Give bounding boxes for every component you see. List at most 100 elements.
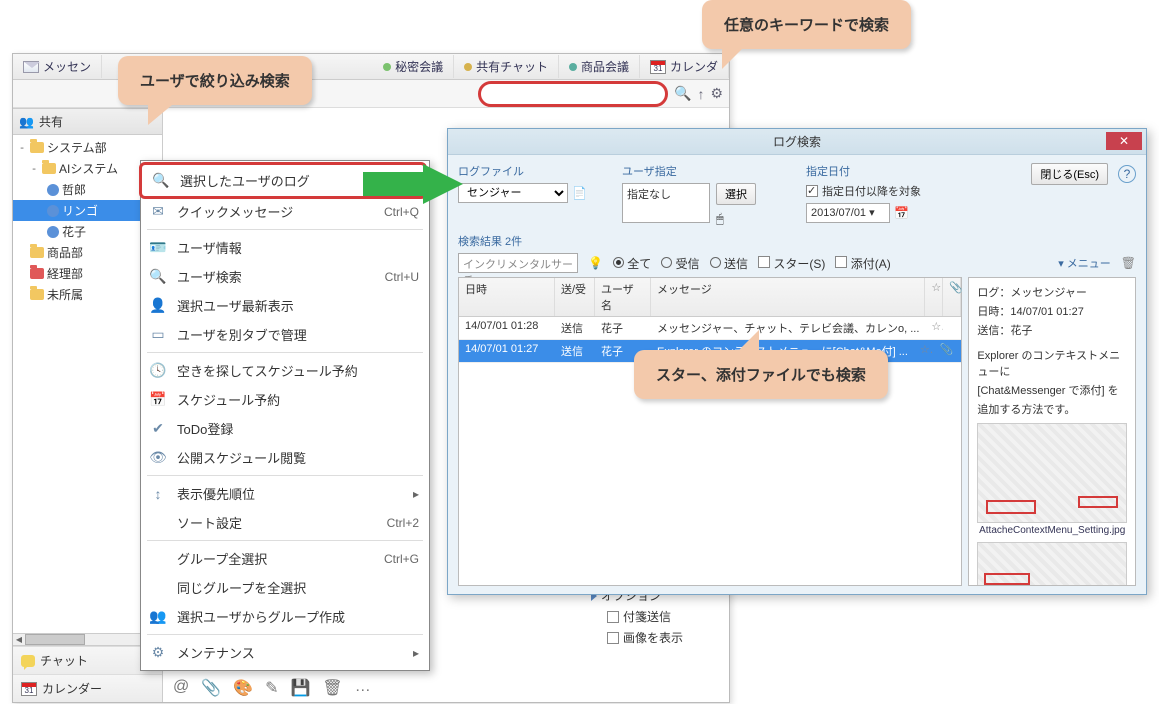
ctx-recent[interactable]: 👤選択ユーザ最新表示 bbox=[141, 291, 429, 320]
palette-icon[interactable]: 🎨 bbox=[233, 678, 253, 698]
col-user[interactable]: ユーザ名 bbox=[595, 278, 651, 316]
chat-icon bbox=[21, 655, 35, 667]
trash-icon[interactable]: 🗑 bbox=[322, 678, 342, 698]
callout-filter-by-user: ユーザで絞り込み検索 bbox=[118, 56, 312, 105]
folder-icon bbox=[42, 163, 56, 174]
gear-icon[interactable]: ⚙ bbox=[710, 85, 723, 102]
menu-dropdown[interactable]: ▾ メニュー bbox=[1058, 255, 1111, 271]
bulb-icon[interactable]: 💡 bbox=[588, 256, 603, 270]
help-icon[interactable]: ? bbox=[1118, 165, 1136, 183]
sort-icon: ↕ bbox=[149, 486, 167, 502]
date-checkbox[interactable]: 指定日付以降を対象 bbox=[806, 183, 956, 199]
tab-secret[interactable]: 秘密会議 bbox=[373, 55, 454, 78]
ctx-user-search[interactable]: 🔍ユーザ検索Ctrl+U bbox=[141, 262, 429, 291]
person-icon bbox=[47, 226, 59, 238]
filter-attach[interactable]: 添付(A) bbox=[835, 255, 890, 272]
ctx-maintenance[interactable]: ⚙メンテナンス▸ bbox=[141, 638, 429, 667]
attachment-thumbnail[interactable] bbox=[977, 542, 1127, 586]
page-icon[interactable]: 📄 bbox=[572, 186, 587, 200]
ctx-schedule[interactable]: 📅スケジュール予約 bbox=[141, 385, 429, 414]
ctx-find-schedule[interactable]: 🕓空きを探してスケジュール予約 bbox=[141, 356, 429, 385]
trash-icon[interactable]: 🗑 bbox=[1121, 256, 1136, 270]
filter-row: インクリメンタルサーチ 💡 全て 受信 送信 スター(S) 添付(A) ▾ メニ… bbox=[458, 253, 1136, 273]
filter-all[interactable]: 全て bbox=[613, 255, 651, 272]
date-input[interactable]: 2013/07/01 ▾ bbox=[806, 203, 890, 223]
ctx-public-schedule[interactable]: 👁公開スケジュール閲覧 bbox=[141, 443, 429, 472]
calendar-icon bbox=[21, 682, 37, 696]
more-icon[interactable]: … bbox=[355, 678, 371, 698]
sidebar-header-shared[interactable]: 👥共有 bbox=[13, 108, 162, 135]
tab-product[interactable]: 商品会議 bbox=[559, 55, 640, 78]
save-icon[interactable]: 💾 bbox=[291, 678, 311, 698]
logfile-label: ログファイル bbox=[458, 163, 608, 179]
close-button[interactable]: ✕ bbox=[1106, 132, 1142, 150]
message-icon: ✉ bbox=[149, 203, 167, 220]
table-row[interactable]: 14/07/01 01:28 送信 花子 メッセンジャー、チャット、テレビ会議、… bbox=[459, 317, 961, 340]
tab-messenger[interactable]: メッセン bbox=[13, 55, 102, 78]
select-user-button[interactable]: 選択 bbox=[716, 183, 756, 205]
ctx-user-info[interactable]: 🪪ユーザ情報 bbox=[141, 233, 429, 262]
folder-icon bbox=[30, 142, 44, 153]
mention-icon[interactable]: @ bbox=[173, 678, 189, 698]
person-icon: 👤 bbox=[149, 297, 167, 314]
attachment-thumbnail[interactable] bbox=[977, 423, 1127, 523]
filter-send[interactable]: 送信 bbox=[710, 255, 748, 272]
tree-system[interactable]: -システム部 bbox=[13, 137, 162, 158]
ctx-group-all[interactable]: グループ全選択Ctrl+G bbox=[141, 544, 429, 573]
ctx-manage-tab[interactable]: ▭ユーザを別タブで管理 bbox=[141, 320, 429, 349]
attach-icon[interactable]: 📎 bbox=[932, 340, 962, 362]
attach-icon[interactable]: 📎 bbox=[201, 678, 221, 698]
sidebar-tab-calendar[interactable]: カレンダー bbox=[13, 674, 162, 702]
star-icon[interactable]: ☆ bbox=[914, 340, 932, 362]
col-sr[interactable]: 送/受 bbox=[555, 278, 595, 316]
user-input[interactable]: 指定なし bbox=[622, 183, 710, 223]
bullet-icon bbox=[569, 63, 577, 71]
result-count-label: 検索結果 2件 bbox=[458, 233, 1136, 249]
folder-icon bbox=[30, 289, 44, 300]
calendar-picker-icon[interactable]: 📅 bbox=[894, 206, 909, 220]
edit-icon[interactable]: ✎ bbox=[265, 678, 278, 698]
col-star[interactable]: ☆ bbox=[925, 278, 943, 316]
dialog-title: ログ検索 ✕ bbox=[448, 129, 1146, 155]
attachment-filename: AttacheContextMenu_Setting.jpg bbox=[977, 525, 1127, 536]
tab-shared-chat[interactable]: 共有チャット bbox=[454, 55, 559, 78]
ctx-todo[interactable]: ✔ToDo登録 bbox=[141, 414, 429, 443]
up-arrow-icon[interactable]: ↑ bbox=[697, 86, 704, 102]
folder-icon bbox=[30, 247, 44, 258]
ctx-sort[interactable]: ソート設定Ctrl+2 bbox=[141, 508, 429, 537]
close-esc-button[interactable]: 閉じる(Esc) bbox=[1031, 163, 1108, 185]
filter-star[interactable]: スター(S) bbox=[758, 255, 825, 272]
search-icon[interactable]: 🔍 bbox=[674, 85, 691, 102]
logfile-select[interactable]: センジャー bbox=[458, 183, 568, 203]
detail-datetime: 日時：14/07/01 01:27 bbox=[977, 303, 1127, 319]
person-icon bbox=[47, 205, 59, 217]
filter-recv[interactable]: 受信 bbox=[661, 255, 699, 272]
col-datetime[interactable]: 日時 bbox=[459, 278, 555, 316]
group-icon: 👥 bbox=[149, 608, 167, 625]
user-context-menu: 🔍選択したユーザのログ ✉クイックメッセージCtrl+Q 🪪ユーザ情報 🔍ユーザ… bbox=[140, 160, 430, 671]
detail-pane: ログ：メッセンジャー 日時：14/07/01 01:27 送信：花子 Explo… bbox=[968, 277, 1136, 586]
envelope-icon bbox=[23, 61, 39, 73]
eye-icon: 👁 bbox=[149, 449, 167, 466]
detail-log: ログ：メッセンジャー bbox=[977, 284, 1127, 300]
detail-from: 送信：花子 bbox=[977, 322, 1127, 338]
calendar-icon: 📅 bbox=[149, 391, 167, 408]
tab-icon: ▭ bbox=[149, 326, 167, 343]
results-table: 日時 送/受 ユーザ名 メッセージ ☆ 📎 14/07/01 01:28 送信 … bbox=[458, 277, 962, 586]
ctx-priority[interactable]: ↕表示優先順位▸ bbox=[141, 479, 429, 508]
arrow-right-icon bbox=[363, 164, 463, 207]
incremental-search-input[interactable]: インクリメンタルサーチ bbox=[458, 253, 578, 273]
opt-fusen[interactable]: 付箋送信 bbox=[591, 606, 711, 627]
star-icon[interactable]: ☆ bbox=[925, 317, 943, 339]
tab-calendar[interactable]: カレンダ bbox=[640, 55, 729, 78]
ctx-same-group[interactable]: 同じグループを全選択 bbox=[141, 573, 429, 602]
opt-image[interactable]: 画像を表示 bbox=[591, 627, 711, 648]
calendar-icon bbox=[650, 60, 666, 74]
callout-keyword-search: 任意のキーワードで検索 bbox=[702, 0, 911, 49]
folder-icon bbox=[30, 268, 44, 279]
check-icon: ✔ bbox=[149, 420, 167, 437]
ctx-create-group[interactable]: 👥選択ユーザからグループ作成 bbox=[141, 602, 429, 631]
col-attach[interactable]: 📎 bbox=[943, 278, 961, 316]
col-msg[interactable]: メッセージ bbox=[651, 278, 925, 316]
keyword-search-input[interactable] bbox=[478, 81, 668, 107]
